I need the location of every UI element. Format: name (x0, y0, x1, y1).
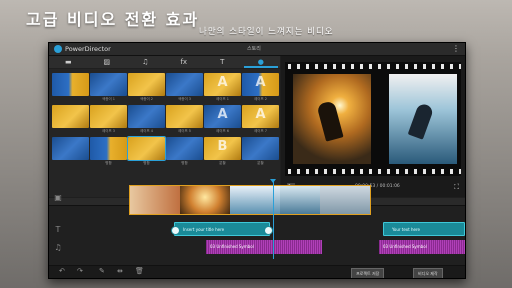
trim-handle-left[interactable] (171, 226, 180, 235)
fullscreen-icon[interactable]: ⛶ (454, 181, 459, 193)
video-track-icon: ▣ (54, 193, 62, 202)
transition-thumb[interactable] (52, 73, 89, 96)
transition-thumb[interactable]: A (242, 73, 279, 96)
transition-thumb[interactable]: A (204, 105, 241, 128)
app-logo-icon (54, 45, 62, 53)
thumb-label: 색종이 1 (102, 97, 115, 101)
transition-library: A A 색종이 1 색종이 2 색종이 3 셰이프 1 셰이프 2 A A 셰이… (49, 69, 280, 197)
promo-subline: 나만의 스타일이 느껴지는 비디오 (199, 27, 334, 37)
title-clip-label: Your text here (392, 227, 420, 232)
image-icon: ▨ (103, 58, 111, 66)
transition-thumb[interactable] (90, 137, 127, 160)
transition-thumb[interactable] (90, 105, 127, 128)
thumb-label: 셰이프 2 (254, 97, 267, 101)
thumb-label: 셰이프 5 (178, 129, 191, 133)
thumb-label: 색종이 2 (140, 97, 153, 101)
playhead[interactable] (270, 179, 276, 259)
film-sprockets-top (285, 64, 461, 69)
app-window: PowerDirector 스토리 ⋮ ▬ ▨ ♫ fx T ● A A 색종이… (48, 42, 466, 279)
preview-panel: ▶ 00:00:53 / 00:01:06 ⛶ (281, 56, 465, 197)
audio-clip-label: 03 Unfinished Symbol (383, 244, 427, 249)
thumb-label: 병합 (105, 161, 112, 165)
delete-icon[interactable]: 🗑 (135, 267, 144, 275)
transition-thumb[interactable] (128, 73, 165, 96)
video-clip[interactable] (320, 186, 370, 214)
video-clip[interactable] (180, 186, 230, 214)
library-tabs: ▬ ▨ ♫ fx T ● (49, 56, 280, 68)
music-icon: ♫ (142, 58, 149, 66)
redo-icon[interactable]: ↷ (77, 267, 83, 275)
transition-thumb[interactable] (166, 73, 203, 96)
edit-icon[interactable]: ✎ (99, 267, 105, 275)
title-clip-selected[interactable]: Insert your title here (171, 222, 273, 236)
transition-thumb[interactable]: B (204, 137, 241, 160)
preview-filmstrip (285, 62, 461, 176)
thumb-label: 병합 (143, 161, 150, 165)
save-project-button[interactable]: 프로젝트 저장 (351, 268, 385, 278)
surfer-silhouette (407, 102, 435, 140)
produce-video-button[interactable]: 비디오 제작 (413, 268, 443, 278)
title-track-icon: T (55, 225, 61, 234)
thumb-label: 셰이프 3 (102, 129, 115, 133)
transition-thumb[interactable] (52, 105, 89, 128)
center-label: 스토리 (247, 46, 261, 52)
tab-music[interactable]: ♫ (126, 56, 165, 68)
transition-thumb[interactable] (242, 137, 279, 160)
title-icon: T (220, 58, 225, 66)
tab-transition[interactable]: ● (242, 56, 281, 68)
preview-frame-wakeboard (293, 74, 371, 164)
video-clip-strip[interactable] (129, 185, 371, 215)
tab-video[interactable]: ▬ (49, 56, 88, 68)
transition-thumb[interactable] (52, 137, 89, 160)
bottom-toolbar: ↶ ↷ ✎ ⇹ 🗑 프로젝트 저장 비디오 제작 (49, 265, 465, 278)
thumb-label: 셰이프 4 (140, 129, 153, 133)
tab-image[interactable]: ▨ (88, 56, 127, 68)
tab-fx[interactable]: fx (165, 56, 204, 68)
audio-track-icon: ♫ (54, 243, 62, 252)
title-clip-label: Insert your title here (183, 227, 225, 232)
transition-thumb[interactable]: A (204, 73, 241, 96)
transition-thumb[interactable]: A (242, 105, 279, 128)
transition-thumb[interactable] (128, 105, 165, 128)
thumb-label: 분할 (257, 161, 264, 165)
preview-frame-surfer (389, 74, 457, 164)
video-clip[interactable] (130, 186, 180, 214)
transition-thumb[interactable] (166, 105, 203, 128)
transition-thumb[interactable] (127, 136, 166, 161)
overflow-menu-icon[interactable]: ⋮ (452, 43, 460, 55)
title-clip[interactable]: Your text here (383, 222, 465, 236)
thumb-label: 병합 (181, 161, 188, 165)
audio-clip[interactable]: 03 Unfinished Symbol (379, 240, 465, 254)
transition-thumb[interactable] (166, 137, 203, 160)
thumb-label: 셰이프 7 (254, 129, 267, 133)
undo-icon[interactable]: ↶ (59, 267, 65, 275)
rider-silhouette (316, 100, 344, 142)
video-icon: ▬ (64, 58, 72, 66)
audio-clip[interactable]: 03 Unfinished Symbol (206, 240, 322, 254)
tab-title[interactable]: T (203, 56, 242, 68)
thumb-label: 셰이프 1 (216, 97, 229, 101)
trim-handle-right[interactable] (264, 226, 273, 235)
thumb-label: 색종이 3 (178, 97, 191, 101)
audio-clip-label: 03 Unfinished Symbol (210, 244, 254, 249)
video-clip[interactable] (280, 186, 320, 214)
fx-icon: fx (180, 58, 188, 66)
film-sprockets-bottom (285, 169, 461, 174)
thumb-label: 셰이프 6 (216, 129, 229, 133)
app-title: PowerDirector (65, 45, 111, 53)
transition-icon: ● (257, 58, 264, 66)
split-icon[interactable]: ⇹ (117, 267, 123, 275)
thumb-label: 분할 (219, 161, 226, 165)
app-bar: PowerDirector 스토리 ⋮ (49, 43, 465, 56)
promo-headline: 고급 비디오 전환 효과 (26, 10, 200, 29)
transition-thumb[interactable] (90, 73, 127, 96)
